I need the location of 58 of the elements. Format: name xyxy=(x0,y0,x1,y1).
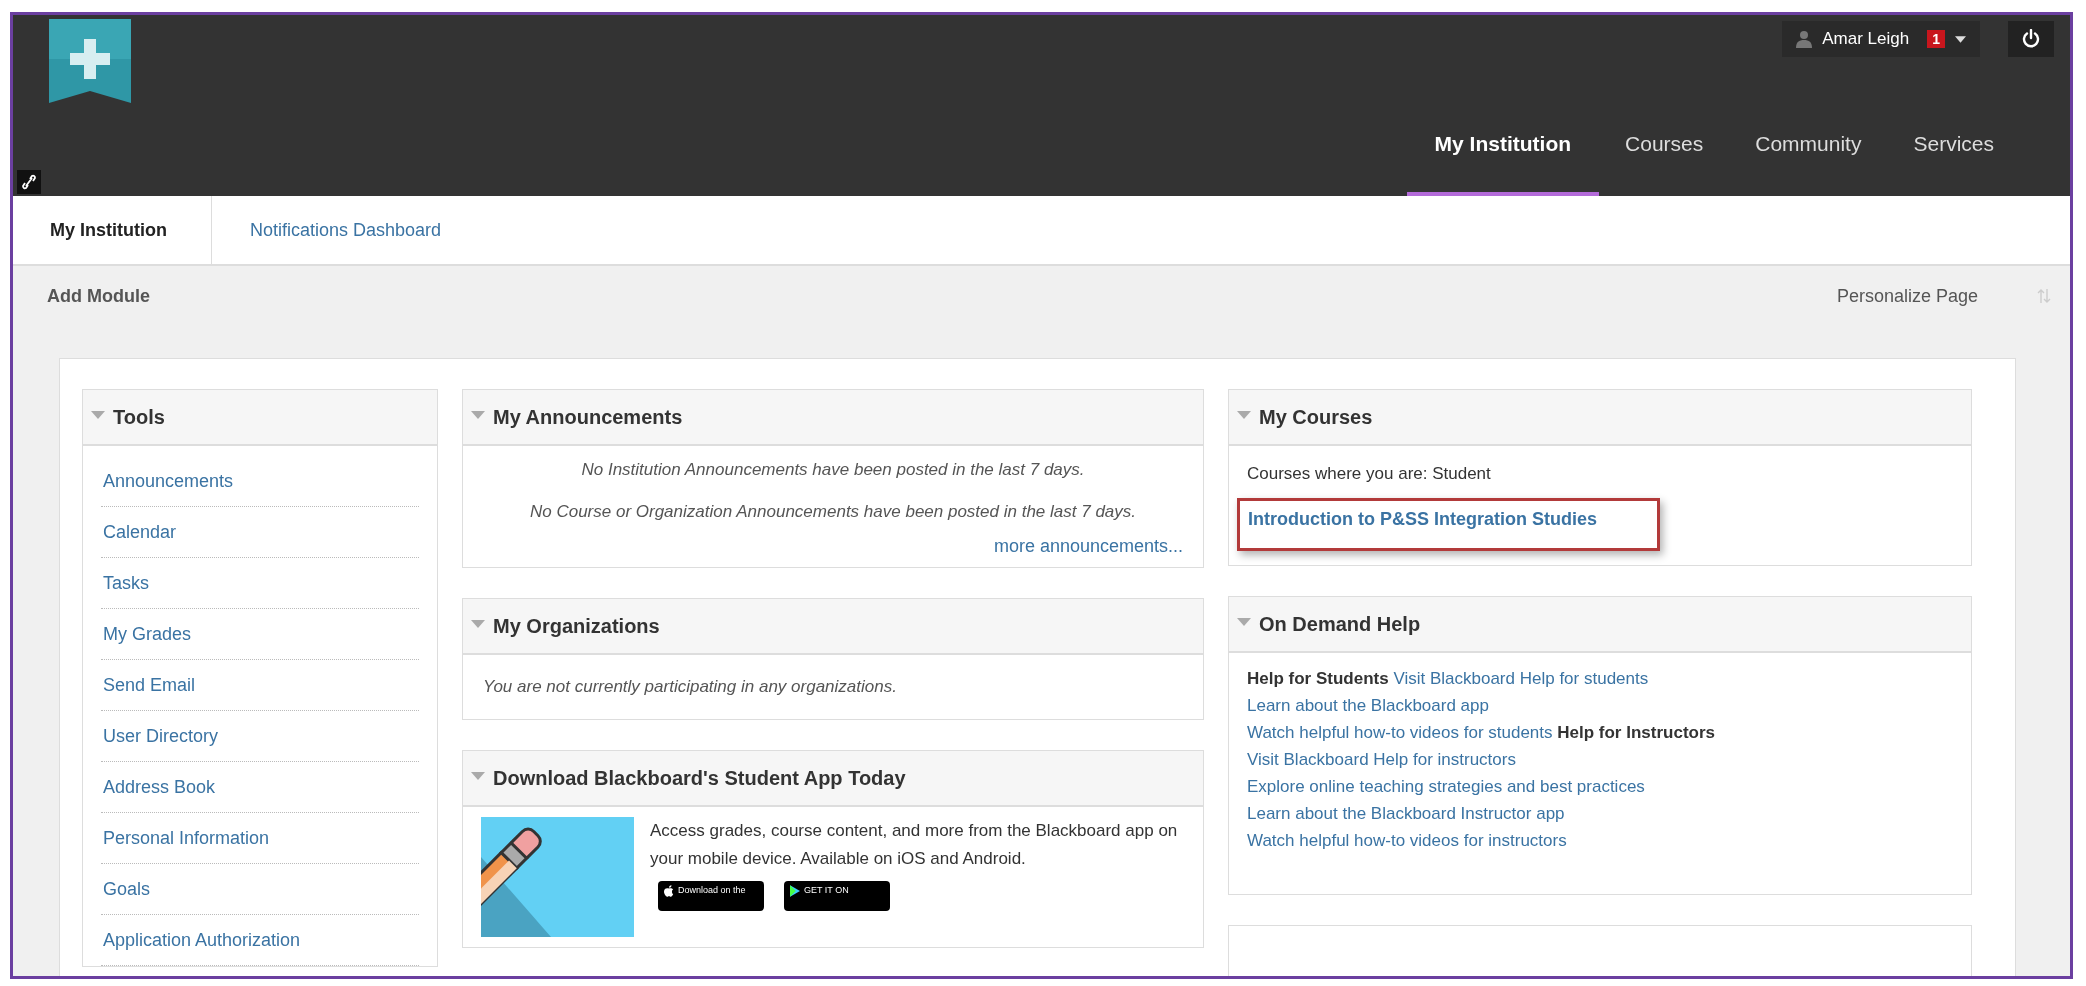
personalize-page-button[interactable]: Personalize Page xyxy=(1836,285,1978,307)
empty-message: You are not currently participating in any organizations. xyxy=(483,677,898,697)
nav-tab[interactable]: Community xyxy=(1729,95,1888,196)
user-menu-button[interactable]: Amar Leigh 1 xyxy=(1782,21,1980,57)
module-title: Download Blackboard's Student App Today xyxy=(493,766,906,790)
help-heading: Help for Instructors xyxy=(1557,723,1715,742)
nav-tab[interactable]: Services xyxy=(1887,95,2020,196)
sub-tab[interactable]: Notifications Dashboard xyxy=(212,196,480,264)
more-announcements-link[interactable]: more announcements... xyxy=(993,536,1183,556)
tool-link[interactable]: My Grades xyxy=(103,623,192,645)
tool-link[interactable]: Goals xyxy=(103,878,151,900)
logout-button[interactable] xyxy=(2008,21,2054,57)
empty-message: No Course or Organization Announcements have been posted in the last 7 days. xyxy=(528,502,1138,522)
nav-tab[interactable]: Courses xyxy=(1599,95,1730,196)
play-triangle-icon xyxy=(790,885,800,897)
tool-link[interactable]: Personal Information xyxy=(103,827,270,849)
tool-link[interactable]: Address Book xyxy=(103,776,216,798)
course-link[interactable]: Introduction to P&SS Integration Studies xyxy=(1248,509,1597,529)
module-title: On Demand Help xyxy=(1259,612,1421,636)
collapse-triangle-icon[interactable] xyxy=(1237,411,1251,419)
help-link[interactable]: Visit Blackboard Help for instructors xyxy=(1247,750,1516,769)
module-title: My Announcements xyxy=(493,405,683,429)
tool-link[interactable]: Announcements xyxy=(103,470,234,492)
module-title: Tools xyxy=(113,405,165,429)
help-link[interactable]: Visit Blackboard Help for students xyxy=(1393,669,1649,688)
caret-icon xyxy=(1955,35,1966,43)
link-icon[interactable] xyxy=(17,170,41,194)
help-link[interactable]: Learn about the Blackboard Instructor app xyxy=(1247,804,1565,823)
store-badge[interactable]: Download on the xyxy=(658,881,764,911)
course-role-label: Courses where you are: Student xyxy=(1247,464,1492,484)
tool-link[interactable]: Application Authorization xyxy=(103,929,301,951)
sub-tab[interactable]: My Institution xyxy=(13,196,212,264)
plus-bookmark-icon[interactable] xyxy=(49,19,131,103)
collapse-triangle-icon[interactable] xyxy=(1237,618,1251,626)
collapse-triangle-icon[interactable] xyxy=(91,411,105,419)
tool-link[interactable]: Calendar xyxy=(103,521,177,543)
apple-icon xyxy=(664,885,674,897)
module-title: My Organizations xyxy=(493,614,660,638)
collapse-triangle-icon[interactable] xyxy=(471,620,485,628)
reorder-arrows-icon[interactable] xyxy=(2036,287,2052,305)
add-module-button[interactable]: Add Module xyxy=(47,285,150,307)
tool-link[interactable]: Tasks xyxy=(103,572,149,594)
app-description: Access grades, course content, and more from the Blackboard app on your mobile device. Available on iOS and Android. xyxy=(650,820,1179,870)
collapse-triangle-icon[interactable] xyxy=(471,772,485,780)
module-title: My Courses xyxy=(1259,405,1373,429)
tool-link[interactable]: User Directory xyxy=(103,725,218,747)
tool-link[interactable]: Send Email xyxy=(103,674,196,696)
help-link[interactable]: Explore online teaching strategies and best practices xyxy=(1247,777,1645,796)
notification-badge: 1 xyxy=(1927,30,1945,48)
power-icon xyxy=(2021,29,2041,49)
help-heading: Help for Students xyxy=(1247,669,1389,688)
empty-message: No Institution Announcements have been posted in the last 7 days. xyxy=(580,460,1086,480)
help-link[interactable]: Watch helpful how-to videos for students xyxy=(1247,723,1553,742)
help-link[interactable]: Watch helpful how-to videos for instructors xyxy=(1247,831,1567,850)
help-link[interactable]: Learn about the Blackboard app xyxy=(1247,696,1489,715)
collapse-triangle-icon[interactable] xyxy=(471,411,485,419)
store-badge[interactable]: GET IT ON xyxy=(784,881,890,911)
person-icon xyxy=(1796,30,1813,48)
